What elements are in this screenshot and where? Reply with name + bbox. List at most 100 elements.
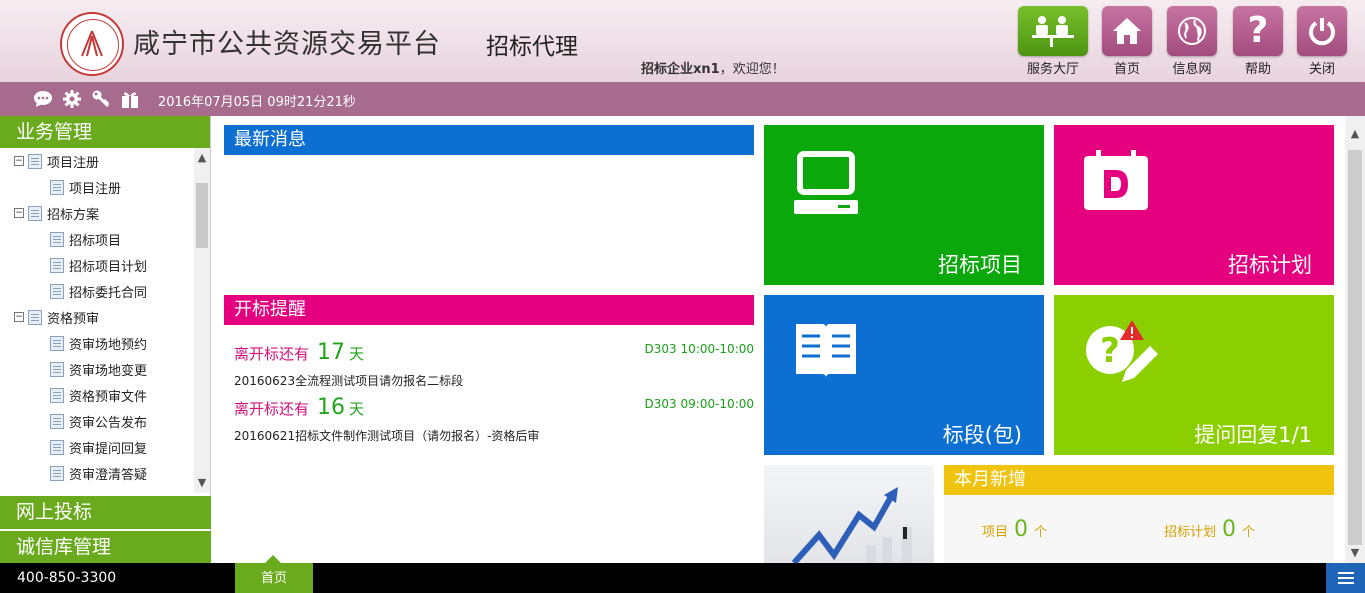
reminder-days: 17 (317, 340, 346, 365)
service-hall-button[interactable]: 服务大厅 (1018, 6, 1088, 77)
doc-icon (50, 465, 64, 481)
sidebar-scrollbar[interactable]: ▲ ▼ (194, 148, 210, 493)
tree-item-prequal-doc[interactable]: 资格预审文件 (0, 382, 194, 408)
collapse-icon[interactable]: − (14, 156, 24, 166)
tile-bid-project[interactable]: 招标项目 (764, 125, 1044, 285)
help-button[interactable]: ? 帮助 (1233, 6, 1283, 77)
tree-label: 招标方案 (47, 207, 100, 223)
reminder-days: 16 (317, 395, 346, 420)
collapse-icon[interactable]: − (14, 312, 24, 322)
tile-label: 提问回复1/1 (1194, 423, 1312, 447)
header: 咸宁市公共资源交易平台 招标代理 招标企业xn1，欢迎您！ 服务大厅 首页 信息… (0, 0, 1365, 82)
reminder-project-link[interactable]: 20160621招标文件制作测试项目（请勿报名）-资格后审 (234, 427, 539, 444)
tree-item-venue-change[interactable]: 资审场地变更 (0, 356, 194, 382)
calendar-icon (1082, 150, 1150, 216)
tree-item-notice-publish[interactable]: 资审公告发布 (0, 408, 194, 434)
tree-label: 资格预审文件 (69, 389, 148, 405)
home-label: 首页 (1113, 62, 1140, 77)
service-hall-icon (1018, 6, 1088, 56)
key-icon[interactable] (90, 88, 112, 110)
stat-label: 项目 (982, 525, 1009, 540)
reminder-prefix: 离开标还有 (234, 400, 310, 418)
toolbar: 2016年07月05日 09时21分21秒 (0, 82, 1365, 116)
monthly-panel-body: 项目 0 个 招标计划 0 个 (944, 495, 1334, 563)
sidebar: 业务管理 − 项目注册 项目注册 − 招标方案 招标项目 招标项目计划 招标委托合同… (0, 116, 211, 564)
tree-label: 资审澄清答疑 (69, 467, 148, 483)
stat-label: 招标计划 (1164, 525, 1217, 540)
tree-label: 招标项目计划 (69, 259, 148, 275)
reminder-unit: 天 (349, 400, 365, 418)
close-button[interactable]: 关闭 (1297, 6, 1347, 77)
tile-bid-plan[interactable]: 招标计划 (1054, 125, 1334, 285)
stat-unit: 个 (1242, 525, 1256, 540)
stat-projects: 项目 0 个 (982, 517, 1047, 542)
scroll-up-icon[interactable]: ▲ (194, 150, 210, 166)
reminder-project-link[interactable]: 20160623全流程测试项目请勿报名二标段 (234, 372, 463, 389)
scrollbar-thumb[interactable] (196, 183, 208, 248)
stat-value: 0 (1014, 517, 1029, 542)
doc-icon (50, 335, 64, 351)
tree-label: 项目注册 (47, 155, 100, 171)
collapse-icon[interactable]: − (14, 208, 24, 218)
tree-node-bid-plan[interactable]: − 招标方案 (0, 200, 194, 226)
tile-question-reply[interactable]: ? 提问回复1/1 (1054, 295, 1334, 455)
sidebar-tree: − 项目注册 项目注册 − 招标方案 招标项目 招标项目计划 招标委托合同 − 资格预… (0, 148, 194, 493)
reminder-room: D303 10:00-10:00 (644, 342, 754, 356)
tile-label: 招标项目 (938, 253, 1022, 277)
power-icon (1297, 6, 1347, 56)
stat-value: 0 (1222, 517, 1237, 542)
reminder-room: D303 09:00-10:00 (644, 397, 754, 411)
doc-icon (50, 413, 64, 429)
welcome-user: 招标企业xn1 (641, 62, 720, 77)
tree-item-venue-booking[interactable]: 资审场地预约 (0, 330, 194, 356)
tree-label: 资审公告发布 (69, 415, 148, 431)
sidebar-section-online-bid[interactable]: 网上投标 (0, 496, 211, 529)
tab-home[interactable]: 首页 (235, 555, 313, 593)
tree-label: 资格预审 (47, 311, 100, 327)
scrollbar-thumb[interactable] (1348, 150, 1362, 545)
info-net-button[interactable]: 信息网 (1167, 6, 1217, 77)
tree-item-bid-project-plan[interactable]: 招标项目计划 (0, 252, 194, 278)
close-label: 关闭 (1308, 62, 1335, 77)
computer-icon (792, 150, 860, 222)
gear-icon[interactable] (61, 88, 83, 110)
tree-item-bid-project[interactable]: 招标项目 (0, 226, 194, 252)
gift-icon[interactable] (119, 88, 141, 110)
scroll-down-icon[interactable]: ▼ (1347, 545, 1363, 561)
chat-icon[interactable] (32, 88, 54, 110)
tree-label: 资审提问回复 (69, 441, 148, 457)
folder-doc-icon (28, 153, 42, 169)
tree-item-bid-contract[interactable]: 招标委托合同 (0, 278, 194, 304)
tree-node-prequalification[interactable]: − 资格预审 (0, 304, 194, 330)
tree-item-question-reply[interactable]: 资审提问回复 (0, 434, 194, 460)
book-icon (792, 320, 860, 386)
monthly-panel-title: 本月新增 (944, 465, 1334, 495)
doc-icon (50, 439, 64, 455)
tile-section-package[interactable]: 标段(包) (764, 295, 1044, 455)
news-panel-title: 最新消息 (224, 125, 754, 155)
reminder-prefix: 离开标还有 (234, 345, 310, 363)
sidebar-section-credit[interactable]: 诚信库管理 (0, 531, 211, 564)
tile-label: 标段(包) (942, 423, 1022, 447)
home-button[interactable]: 首页 (1102, 6, 1152, 77)
tree-item-project-register[interactable]: 项目注册 (0, 174, 194, 200)
scroll-down-icon[interactable]: ▼ (194, 475, 210, 491)
tree-item-clarification[interactable]: 资审澄清答疑 (0, 460, 194, 486)
site-subtitle: 招标代理 (486, 34, 578, 60)
doc-icon (50, 179, 64, 195)
tree-node-project-register[interactable]: − 项目注册 (0, 148, 194, 174)
welcome-suffix: ，欢迎您！ (719, 62, 785, 77)
main-scrollbar[interactable]: ▲ ▼ (1345, 116, 1365, 563)
help-label: 帮助 (1244, 62, 1271, 77)
footer: 400-850-3300 首页 (0, 555, 1365, 593)
doc-icon (50, 387, 64, 403)
tree-label: 资审场地变更 (69, 363, 148, 379)
tile-label: 招标计划 (1228, 253, 1312, 277)
reminder-unit: 天 (349, 345, 365, 363)
doc-icon (50, 361, 64, 377)
sidebar-section-business[interactable]: 业务管理 (0, 116, 210, 148)
reminder-panel-title: 开标提醒 (224, 295, 754, 325)
scroll-up-icon[interactable]: ▲ (1347, 126, 1363, 142)
menu-icon[interactable] (1326, 563, 1365, 593)
reminder-countdown: 离开标还有 17 天 (234, 340, 364, 365)
